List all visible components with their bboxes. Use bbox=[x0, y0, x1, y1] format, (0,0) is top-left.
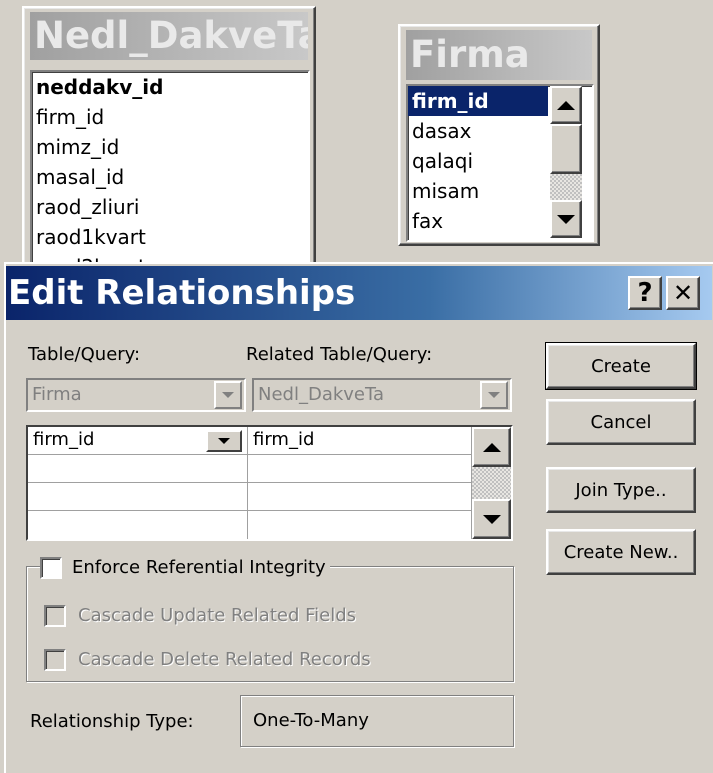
table-query-combo[interactable]: Firma bbox=[26, 378, 246, 412]
join-type-button[interactable]: Join Type.. bbox=[546, 467, 696, 513]
close-icon: ✕ bbox=[672, 279, 694, 307]
scroll-down-icon bbox=[557, 214, 575, 224]
field-list[interactable]: neddakv_id firm_id mimz_id masal_id raod… bbox=[30, 70, 310, 270]
grid-cell-left[interactable] bbox=[28, 455, 248, 483]
table-window-title[interactable]: Firma bbox=[406, 30, 592, 80]
scroll-up-icon bbox=[557, 100, 575, 110]
field-item[interactable]: firm_id bbox=[32, 102, 308, 132]
table-query-value: Firma bbox=[32, 384, 82, 405]
close-button[interactable]: ✕ bbox=[666, 276, 700, 310]
table-window-nedl-dakveta[interactable]: Nedl_DakveTa neddakv_id firm_id mimz_id … bbox=[22, 6, 316, 272]
relationship-type-label: Relationship Type: bbox=[30, 711, 194, 732]
combo-arrow-icon bbox=[218, 438, 230, 444]
grid-cell-left[interactable] bbox=[28, 483, 248, 511]
field-item[interactable]: raod1kvart bbox=[32, 222, 308, 252]
table-window-title[interactable]: Nedl_DakveTa bbox=[30, 12, 308, 60]
scroll-down-button[interactable] bbox=[472, 499, 511, 539]
help-icon: ? bbox=[637, 278, 653, 308]
grid-cell-right[interactable] bbox=[248, 455, 472, 483]
scroll-up-button[interactable] bbox=[472, 427, 511, 467]
grid-cell-left[interactable] bbox=[28, 511, 248, 539]
help-button[interactable]: ? bbox=[628, 276, 662, 310]
dialog-title: Edit Relationships bbox=[8, 273, 356, 313]
combo-dropdown-button[interactable] bbox=[480, 381, 508, 409]
create-button[interactable]: Create bbox=[545, 342, 697, 390]
enforce-referential-integrity-row[interactable]: Enforce Referential Integrity bbox=[40, 556, 330, 580]
scroll-up-button[interactable] bbox=[550, 86, 582, 124]
cancel-button[interactable]: Cancel bbox=[546, 399, 696, 445]
field-item[interactable]: masal_id bbox=[32, 162, 308, 192]
grid-cell-dropdown[interactable] bbox=[206, 430, 242, 452]
scroll-thumb[interactable] bbox=[550, 124, 582, 174]
combo-dropdown-button[interactable] bbox=[214, 381, 242, 409]
table-window-firma[interactable]: Firma firm_id dasax qalaqi misam fax bbox=[398, 24, 600, 246]
combo-arrow-icon bbox=[222, 392, 234, 398]
field-list[interactable]: firm_id dasax qalaqi misam fax bbox=[406, 84, 594, 242]
related-table-query-label: Related Table/Query: bbox=[246, 344, 433, 365]
field-item[interactable]: mimz_id bbox=[32, 132, 308, 162]
related-table-query-value: Nedl_DakveTa bbox=[258, 384, 385, 405]
create-new-button[interactable]: Create New.. bbox=[546, 529, 696, 575]
cascade-delete-label: Cascade Delete Related Records bbox=[78, 649, 371, 670]
table-query-label: Table/Query: bbox=[28, 344, 141, 365]
grid-cell-right[interactable] bbox=[248, 483, 472, 511]
scroll-down-icon bbox=[482, 514, 501, 524]
field-item[interactable]: raod_zliuri bbox=[32, 192, 308, 222]
dialog-title-bar[interactable]: Edit Relationships ? ✕ bbox=[6, 266, 712, 320]
scroll-up-icon bbox=[482, 442, 501, 452]
scroll-down-button[interactable] bbox=[550, 200, 582, 238]
scroll-track[interactable] bbox=[550, 174, 582, 200]
field-item-selected[interactable]: firm_id bbox=[408, 86, 548, 116]
scroll-track[interactable] bbox=[472, 467, 511, 499]
related-table-query-combo[interactable]: Nedl_DakveTa bbox=[252, 378, 512, 412]
enforce-referential-integrity-label: Enforce Referential Integrity bbox=[72, 557, 326, 578]
field-item[interactable]: neddakv_id bbox=[32, 72, 308, 102]
combo-arrow-icon bbox=[488, 392, 500, 398]
cascade-update-label: Cascade Update Related Fields bbox=[78, 605, 357, 626]
enforce-referential-integrity-checkbox[interactable] bbox=[40, 557, 62, 579]
cascade-delete-checkbox[interactable] bbox=[44, 649, 66, 671]
grid-cell-right[interactable] bbox=[248, 511, 472, 539]
field-mapping-grid[interactable]: firm_id firm_id bbox=[26, 425, 513, 541]
cascade-update-checkbox[interactable] bbox=[44, 605, 66, 627]
relationship-type-value: One-To-Many bbox=[240, 695, 514, 747]
grid-cell-right[interactable]: firm_id bbox=[248, 427, 472, 455]
